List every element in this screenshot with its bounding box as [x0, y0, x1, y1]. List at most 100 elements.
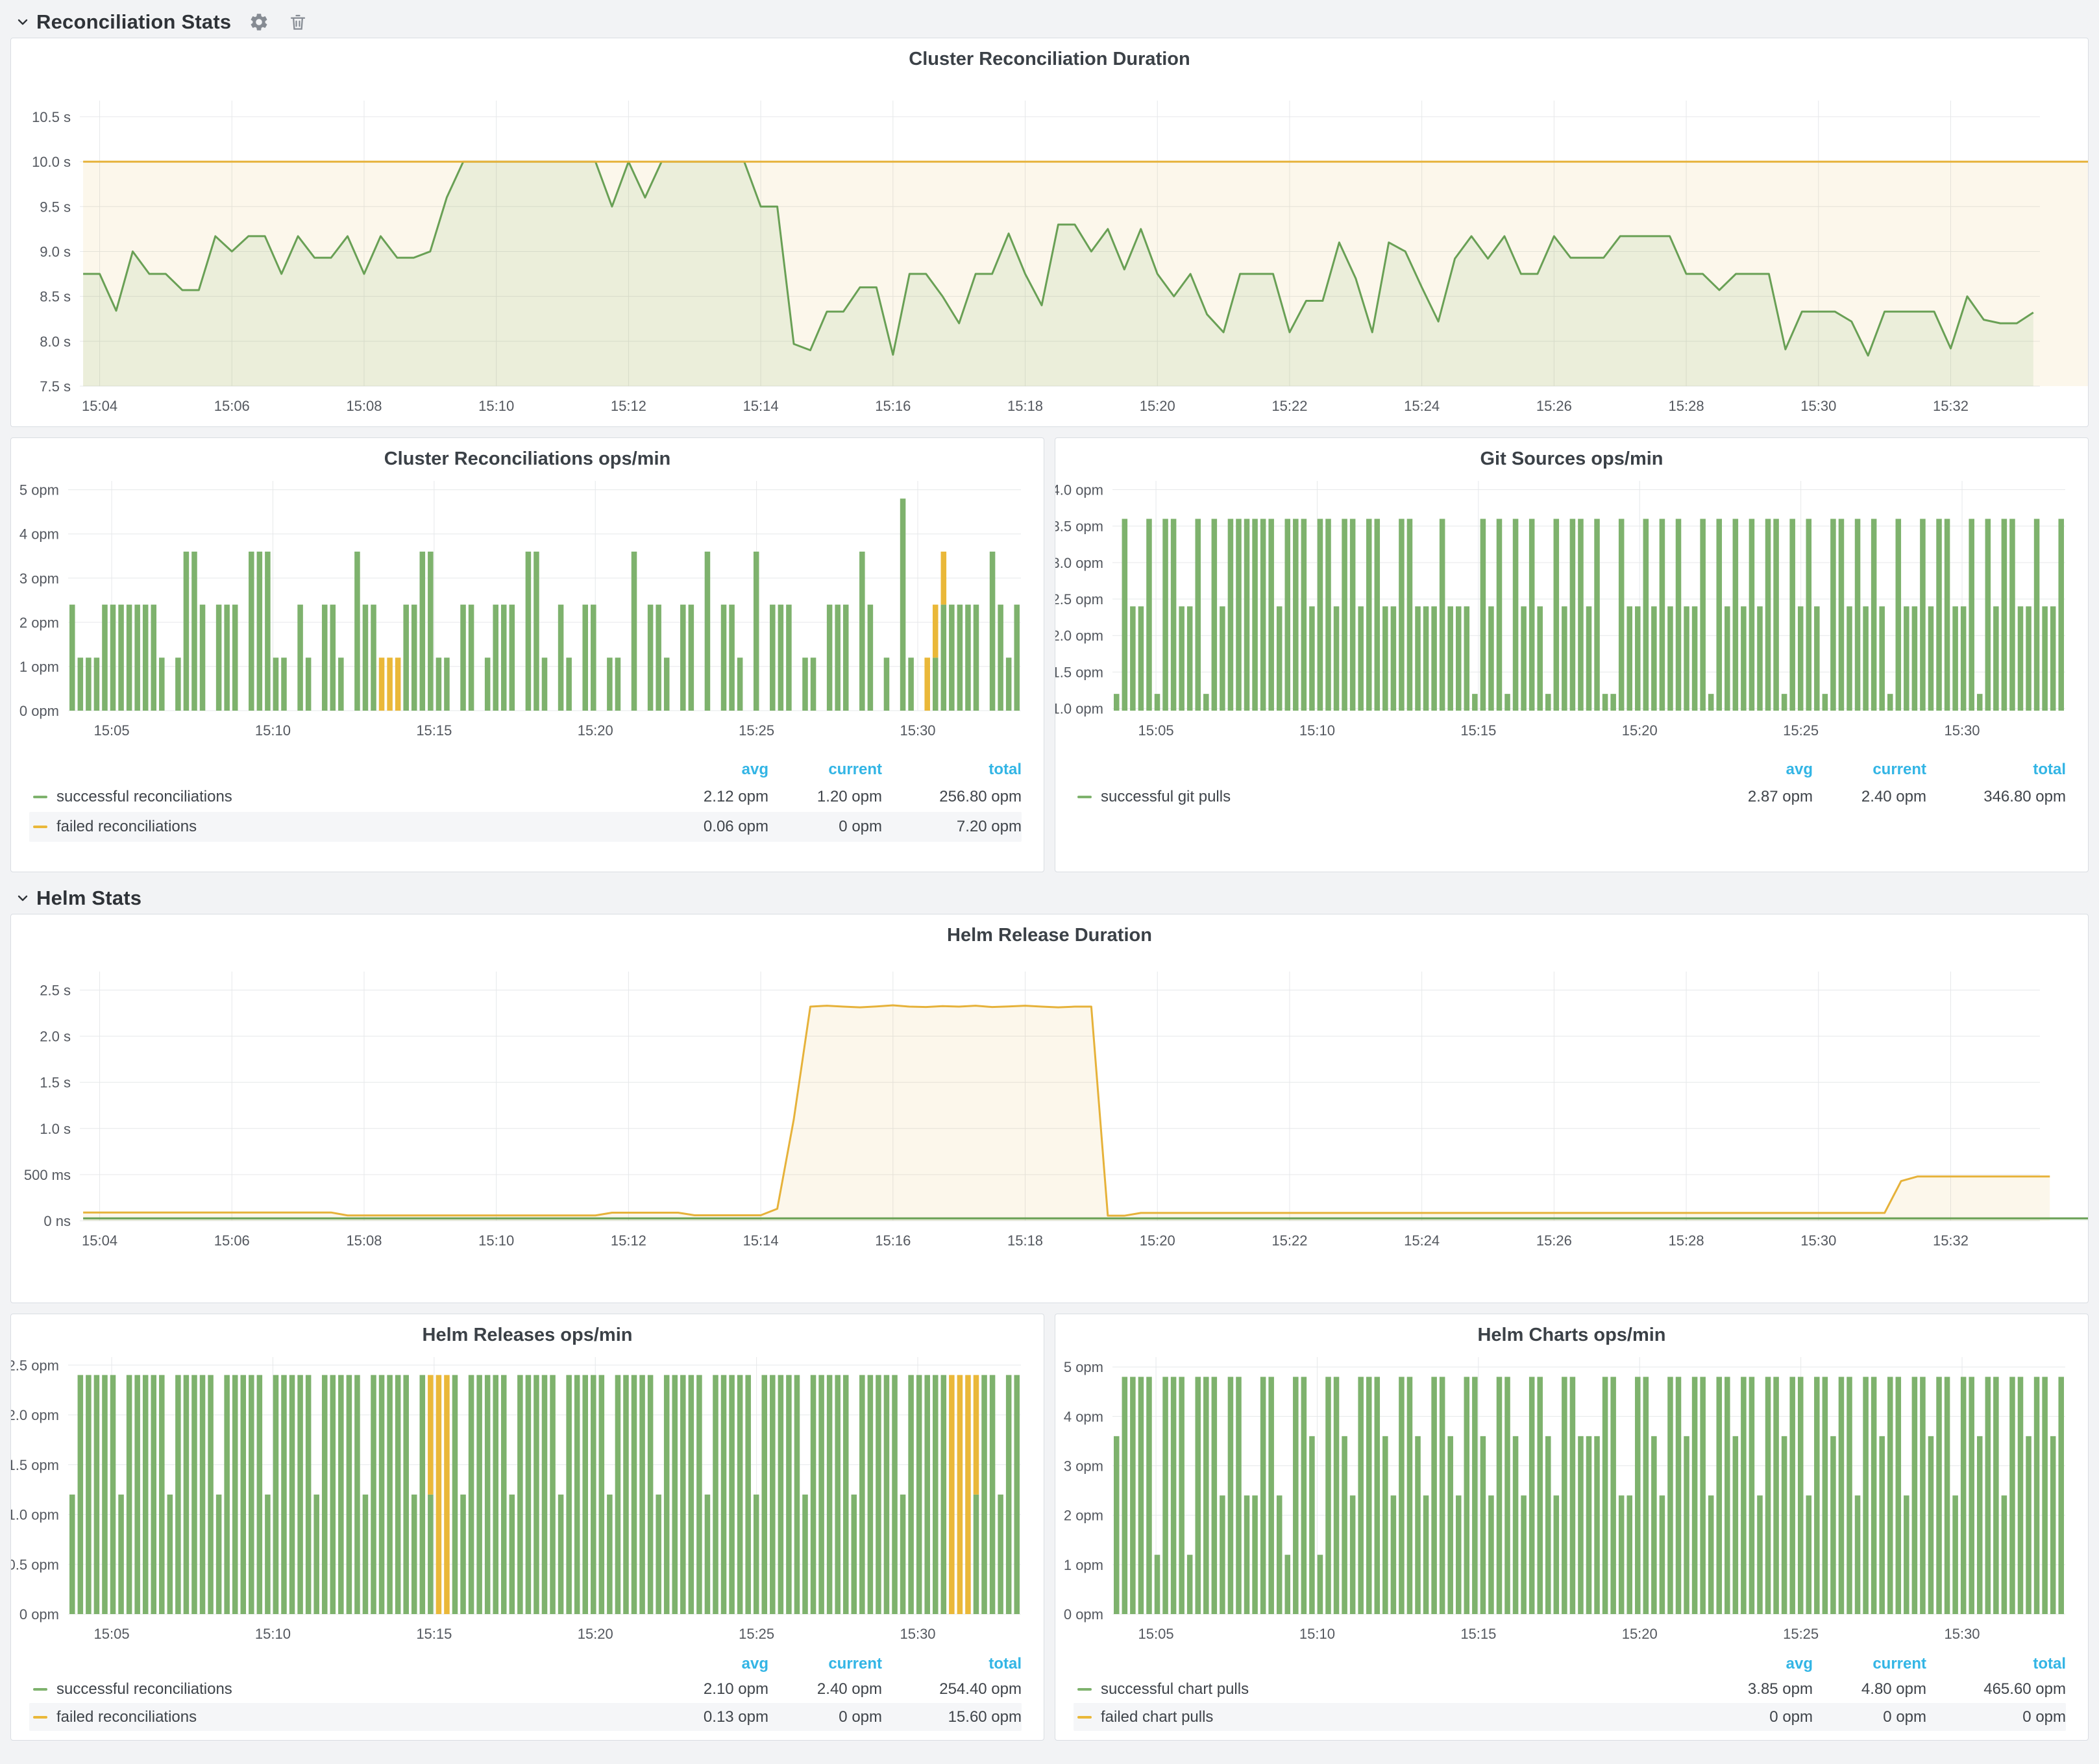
- bar-green: [444, 657, 450, 711]
- bar-green: [1782, 694, 1787, 711]
- legend-header-avg[interactable]: avg: [1702, 1655, 1813, 1673]
- bar-green: [534, 552, 539, 711]
- legend-series-label[interactable]: successful reconciliations: [56, 788, 658, 806]
- bar-green: [257, 552, 263, 711]
- bar-green: [582, 605, 588, 711]
- bar-green: [770, 605, 776, 711]
- legend-header-current[interactable]: current: [768, 761, 882, 779]
- chart-helm-release-duration[interactable]: 15:0415:0615:0815:1015:1215:1415:1615:18…: [11, 914, 2088, 1303]
- bar-green: [1920, 1377, 1926, 1614]
- section-header-reconciliation-stats[interactable]: Reconciliation Stats: [10, 6, 2089, 38]
- panel-cluster-reconciliations-opm: Cluster Reconciliations ops/min 15:0515:…: [10, 437, 1044, 872]
- bar-green: [2034, 519, 2040, 711]
- legend-series-label[interactable]: successful chart pulls: [1101, 1680, 1702, 1698]
- bar-green: [1162, 519, 1168, 711]
- bar-green: [550, 1375, 556, 1614]
- bar-green: [1936, 1377, 1942, 1614]
- legend-header-avg[interactable]: avg: [1702, 761, 1813, 779]
- legend-total-value: 254.40 opm: [882, 1680, 1022, 1698]
- legend-header-current[interactable]: current: [768, 1655, 882, 1673]
- y-axis-tick-label: 1.0 opm: [1055, 701, 1103, 717]
- plot-canvas: 15:0415:0615:0815:1015:1215:1415:1615:18…: [11, 914, 2088, 1303]
- bar-green: [1733, 519, 1739, 711]
- bar-green: [1187, 606, 1193, 711]
- gear-icon[interactable]: [248, 11, 270, 33]
- bar-green: [884, 1375, 890, 1614]
- bar-green: [1382, 606, 1388, 711]
- bar-green: [354, 1375, 360, 1614]
- legend-header-total[interactable]: total: [1926, 761, 2066, 779]
- legend-series-marker: [1077, 1688, 1092, 1691]
- bar-green: [1798, 1377, 1804, 1614]
- bar-green: [802, 657, 808, 711]
- bar-green: [273, 1375, 279, 1614]
- bar-green: [2009, 519, 2015, 711]
- bar-green: [371, 605, 376, 711]
- legend-header-avg[interactable]: avg: [658, 761, 768, 779]
- trash-icon[interactable]: [287, 11, 309, 33]
- bar-green: [306, 657, 312, 711]
- y-axis-tick-label: 8.0 s: [40, 334, 71, 350]
- bar-green: [1325, 519, 1331, 711]
- x-axis-tick-label: 15:16: [875, 398, 911, 414]
- bar-green: [2042, 1377, 2048, 1614]
- bar-green: [1252, 519, 1258, 711]
- bar-green: [1765, 519, 1771, 711]
- bar-green: [1823, 694, 1828, 711]
- bar-green: [1203, 1377, 1209, 1614]
- bar-green: [1521, 606, 1527, 711]
- bar-green: [648, 605, 654, 711]
- bar-green: [403, 605, 409, 711]
- bar-green: [827, 605, 833, 711]
- bar-green: [1570, 1377, 1576, 1614]
- bar-green: [1155, 694, 1160, 711]
- chart-cluster-reconciliation-duration[interactable]: 15:0415:0615:0815:1015:1215:1415:1615:18…: [11, 38, 2088, 426]
- section-title: Helm Stats: [36, 887, 141, 910]
- y-axis-tick-label: 2.5 opm: [1055, 591, 1103, 607]
- bar-green: [1375, 1377, 1381, 1614]
- bar-green: [1220, 1495, 1225, 1614]
- bar-green: [94, 657, 100, 711]
- bar-green: [998, 605, 1003, 711]
- bar-orange: [924, 657, 930, 711]
- bar-green: [224, 1375, 230, 1614]
- legend-series-label[interactable]: failed chart pulls: [1101, 1708, 1702, 1726]
- y-axis-tick-label: 8.5 s: [40, 289, 71, 305]
- bar-green: [1130, 606, 1136, 711]
- legend-header-total[interactable]: total: [1926, 1655, 2066, 1673]
- legend-series-marker: [33, 796, 47, 798]
- legend-series-label[interactable]: successful git pulls: [1101, 788, 1702, 806]
- bar-green: [200, 605, 206, 711]
- x-axis-tick-label: 15:05: [94, 722, 130, 739]
- x-axis-tick-label: 15:28: [1669, 398, 1704, 414]
- x-axis-tick-label: 15:10: [1299, 722, 1335, 739]
- legend-header-total[interactable]: total: [882, 761, 1022, 779]
- bar-green: [1456, 1495, 1462, 1614]
- legend-header-current[interactable]: current: [1813, 1655, 1926, 1673]
- x-axis-tick-label: 15:26: [1536, 1232, 1572, 1249]
- section-header-helm-stats[interactable]: Helm Stats: [10, 883, 2089, 914]
- bar-green: [876, 1375, 881, 1614]
- bar-green: [827, 1375, 833, 1614]
- legend-row: successful reconciliations2.10 opm2.40 o…: [29, 1675, 1022, 1703]
- bar-green: [762, 1375, 768, 1614]
- legend-header-avg[interactable]: avg: [658, 1655, 768, 1673]
- legend-header-current[interactable]: current: [1813, 761, 1926, 779]
- bar-green: [1602, 694, 1608, 711]
- bar-green: [110, 605, 116, 711]
- bar-green: [1643, 519, 1649, 711]
- legend-header-total[interactable]: total: [882, 1655, 1022, 1673]
- legend-series-label[interactable]: failed reconciliations: [56, 1708, 658, 1726]
- bar-green: [607, 657, 613, 711]
- bar-green: [1497, 1377, 1503, 1614]
- bar-green: [1863, 606, 1869, 711]
- bar-green: [1684, 1436, 1689, 1614]
- legend-series-label[interactable]: successful reconciliations: [56, 1680, 658, 1698]
- bar-green: [1904, 1495, 1909, 1614]
- legend-series-label[interactable]: failed reconciliations: [56, 818, 658, 836]
- bar-green: [313, 1495, 319, 1614]
- bar-green: [1318, 519, 1323, 711]
- bar-green: [1122, 519, 1128, 711]
- legend-current-value: 2.40 opm: [1813, 788, 1926, 806]
- bar-green: [1171, 1377, 1177, 1614]
